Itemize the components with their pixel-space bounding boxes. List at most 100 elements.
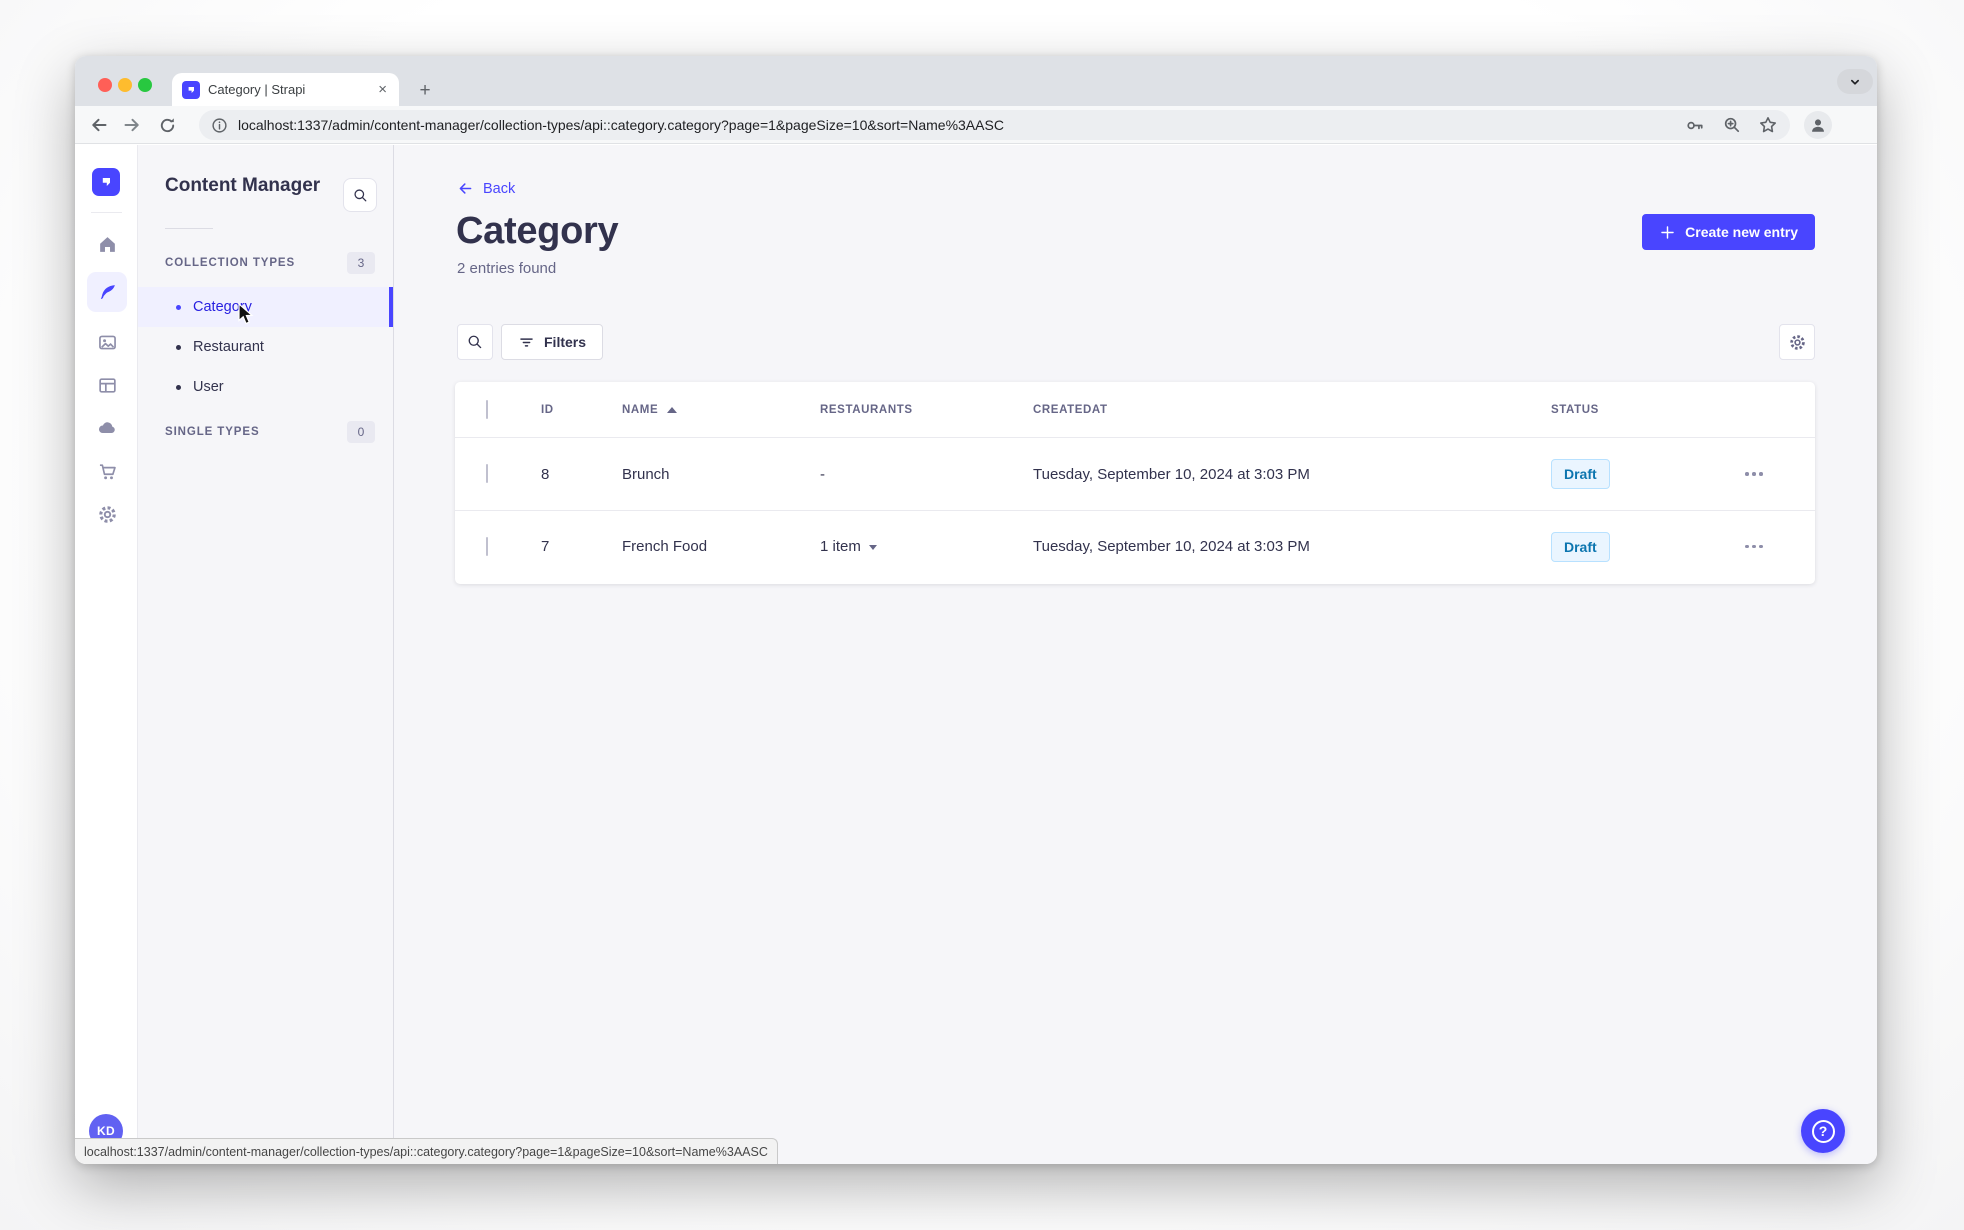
bookmark-star-icon[interactable]: [1758, 115, 1778, 135]
minimize-window-button[interactable]: [118, 78, 132, 92]
tab-title: Category | Strapi: [208, 82, 306, 97]
link-status-bar: localhost:1337/admin/content-manager/col…: [75, 1138, 778, 1164]
sidebar-item-content-type-builder[interactable]: [88, 366, 126, 404]
table-row[interactable]: 7 French Food 1 item Tuesday, September …: [455, 510, 1815, 582]
strapi-app: KD Content Manager COLLECTION TYPES 3 Ca…: [75, 145, 1877, 1164]
subnav-item-user[interactable]: User: [138, 367, 393, 407]
plus-icon: [1661, 225, 1674, 239]
expand-relation-icon: [868, 545, 877, 550]
new-tab-button[interactable]: +: [413, 79, 437, 103]
reload-button[interactable]: [155, 113, 179, 137]
sidebar-item-marketplace[interactable]: [88, 452, 126, 490]
question-mark-icon: ?: [1811, 1119, 1835, 1143]
back-button[interactable]: [87, 113, 111, 137]
table-header-row: ID NAME RESTAURANTS CREATEDAT STATUS: [455, 382, 1815, 438]
close-window-button[interactable]: [98, 78, 112, 92]
sidebar-item-content-manager[interactable]: [87, 272, 127, 312]
tab-overview-button[interactable]: [1837, 69, 1873, 94]
gear-icon: [1789, 334, 1805, 350]
cell-name: Brunch: [622, 465, 670, 483]
url-bar[interactable]: localhost:1337/admin/content-manager/col…: [199, 110, 1790, 140]
subnav-title: Content Manager: [165, 175, 321, 196]
main-content: Back Category 2 entries found Create new…: [394, 145, 1877, 1164]
page-title: Category: [456, 210, 619, 252]
view-settings-button[interactable]: [1779, 324, 1815, 360]
sort-asc-icon: [667, 406, 678, 413]
row-checkbox[interactable]: [486, 464, 488, 483]
gear-icon: [98, 505, 116, 523]
table-row[interactable]: 8 Brunch - Tuesday, September 10, 2024 a…: [455, 438, 1815, 510]
select-all-checkbox[interactable]: [486, 399, 488, 419]
table-search-button[interactable]: [457, 324, 493, 360]
forward-arrow-icon: [124, 118, 139, 132]
sidebar-item-media-library[interactable]: [88, 323, 126, 361]
row-actions-button[interactable]: [1745, 472, 1763, 476]
search-icon: [353, 188, 366, 201]
sidebar-item-home[interactable]: [88, 225, 126, 263]
filters-button[interactable]: Filters: [501, 324, 604, 360]
zoom-page-icon[interactable]: [1722, 115, 1742, 135]
reload-icon: [160, 117, 174, 132]
person-icon: [1812, 119, 1824, 132]
help-button[interactable]: ?: [1801, 1109, 1845, 1153]
cloud-icon: [98, 422, 115, 434]
cell-createdat: Tuesday, September 10, 2024 at 3:03 PM: [1033, 465, 1310, 483]
media-image-icon: [98, 335, 116, 349]
collection-types-count: 3: [347, 252, 375, 274]
tab-strip: Category | Strapi × +: [75, 56, 1877, 106]
status-badge: Draft: [1551, 459, 1610, 489]
browser-toolbar: localhost:1337/admin/content-manager/col…: [75, 106, 1877, 144]
content-manager-subnav: Content Manager COLLECTION TYPES 3 Categ…: [138, 145, 394, 1164]
column-header-createdat[interactable]: CREATEDAT: [1033, 404, 1551, 416]
subnav-search-button[interactable]: [343, 178, 377, 212]
entries-table: ID NAME RESTAURANTS CREATEDAT STATUS 8 B…: [455, 382, 1815, 584]
strapi-logo-icon: [102, 178, 110, 186]
column-header-id[interactable]: ID: [541, 404, 622, 416]
column-header-status[interactable]: STATUS: [1551, 404, 1745, 416]
cell-name: French Food: [622, 538, 708, 555]
create-new-entry-button[interactable]: Create new entry: [1642, 214, 1815, 250]
cell-restaurants: -: [820, 465, 825, 483]
cell-id: 7: [541, 538, 550, 555]
status-badge: Draft: [1551, 531, 1610, 562]
bullet-icon: [176, 304, 181, 310]
back-arrow-icon: [92, 118, 107, 132]
cell-id: 8: [541, 465, 550, 483]
subnav-item-restaurant[interactable]: Restaurant: [138, 327, 393, 367]
subnav-divider: [165, 228, 213, 229]
home-icon: [99, 236, 115, 252]
row-checkbox[interactable]: [486, 536, 488, 556]
column-header-name[interactable]: NAME: [622, 404, 820, 416]
column-header-restaurants[interactable]: RESTAURANTS: [820, 404, 1033, 416]
feather-pen-icon: [100, 284, 115, 299]
browser-profile-button[interactable]: [1804, 111, 1832, 139]
sidebar-item-deploy[interactable]: [88, 409, 126, 447]
fullscreen-window-button[interactable]: [138, 78, 152, 92]
tab-close-icon[interactable]: ×: [376, 80, 389, 99]
back-arrow-icon: [459, 183, 472, 194]
layout-icon: [98, 377, 116, 393]
strapi-logo[interactable]: [92, 168, 120, 196]
row-actions-button[interactable]: [1745, 544, 1763, 549]
rail-divider: [91, 212, 122, 213]
chevron-down-icon: [1851, 79, 1859, 85]
sidebar-item-settings[interactable]: [88, 495, 126, 533]
subnav-item-category[interactable]: Category: [138, 287, 393, 327]
browser-tab[interactable]: Category | Strapi ×: [172, 73, 399, 106]
strapi-favicon-icon: [182, 80, 200, 99]
password-key-icon[interactable]: [1685, 115, 1706, 136]
cell-restaurants[interactable]: 1 item: [820, 538, 1033, 555]
entries-count: 2 entries found: [457, 260, 557, 277]
site-info-icon[interactable]: [211, 117, 228, 134]
bullet-icon: [176, 344, 181, 350]
cell-createdat: Tuesday, September 10, 2024 at 3:03 PM: [1033, 538, 1310, 555]
filter-icon: [520, 337, 533, 347]
shopping-cart-icon: [99, 463, 116, 479]
search-icon: [468, 335, 482, 349]
main-nav-rail: KD: [75, 145, 138, 1164]
single-types-label: SINGLE TYPES: [165, 426, 260, 438]
single-types-count: 0: [347, 421, 375, 443]
bullet-icon: [176, 384, 181, 390]
forward-button[interactable]: [120, 113, 144, 137]
back-link[interactable]: Back: [457, 180, 515, 197]
